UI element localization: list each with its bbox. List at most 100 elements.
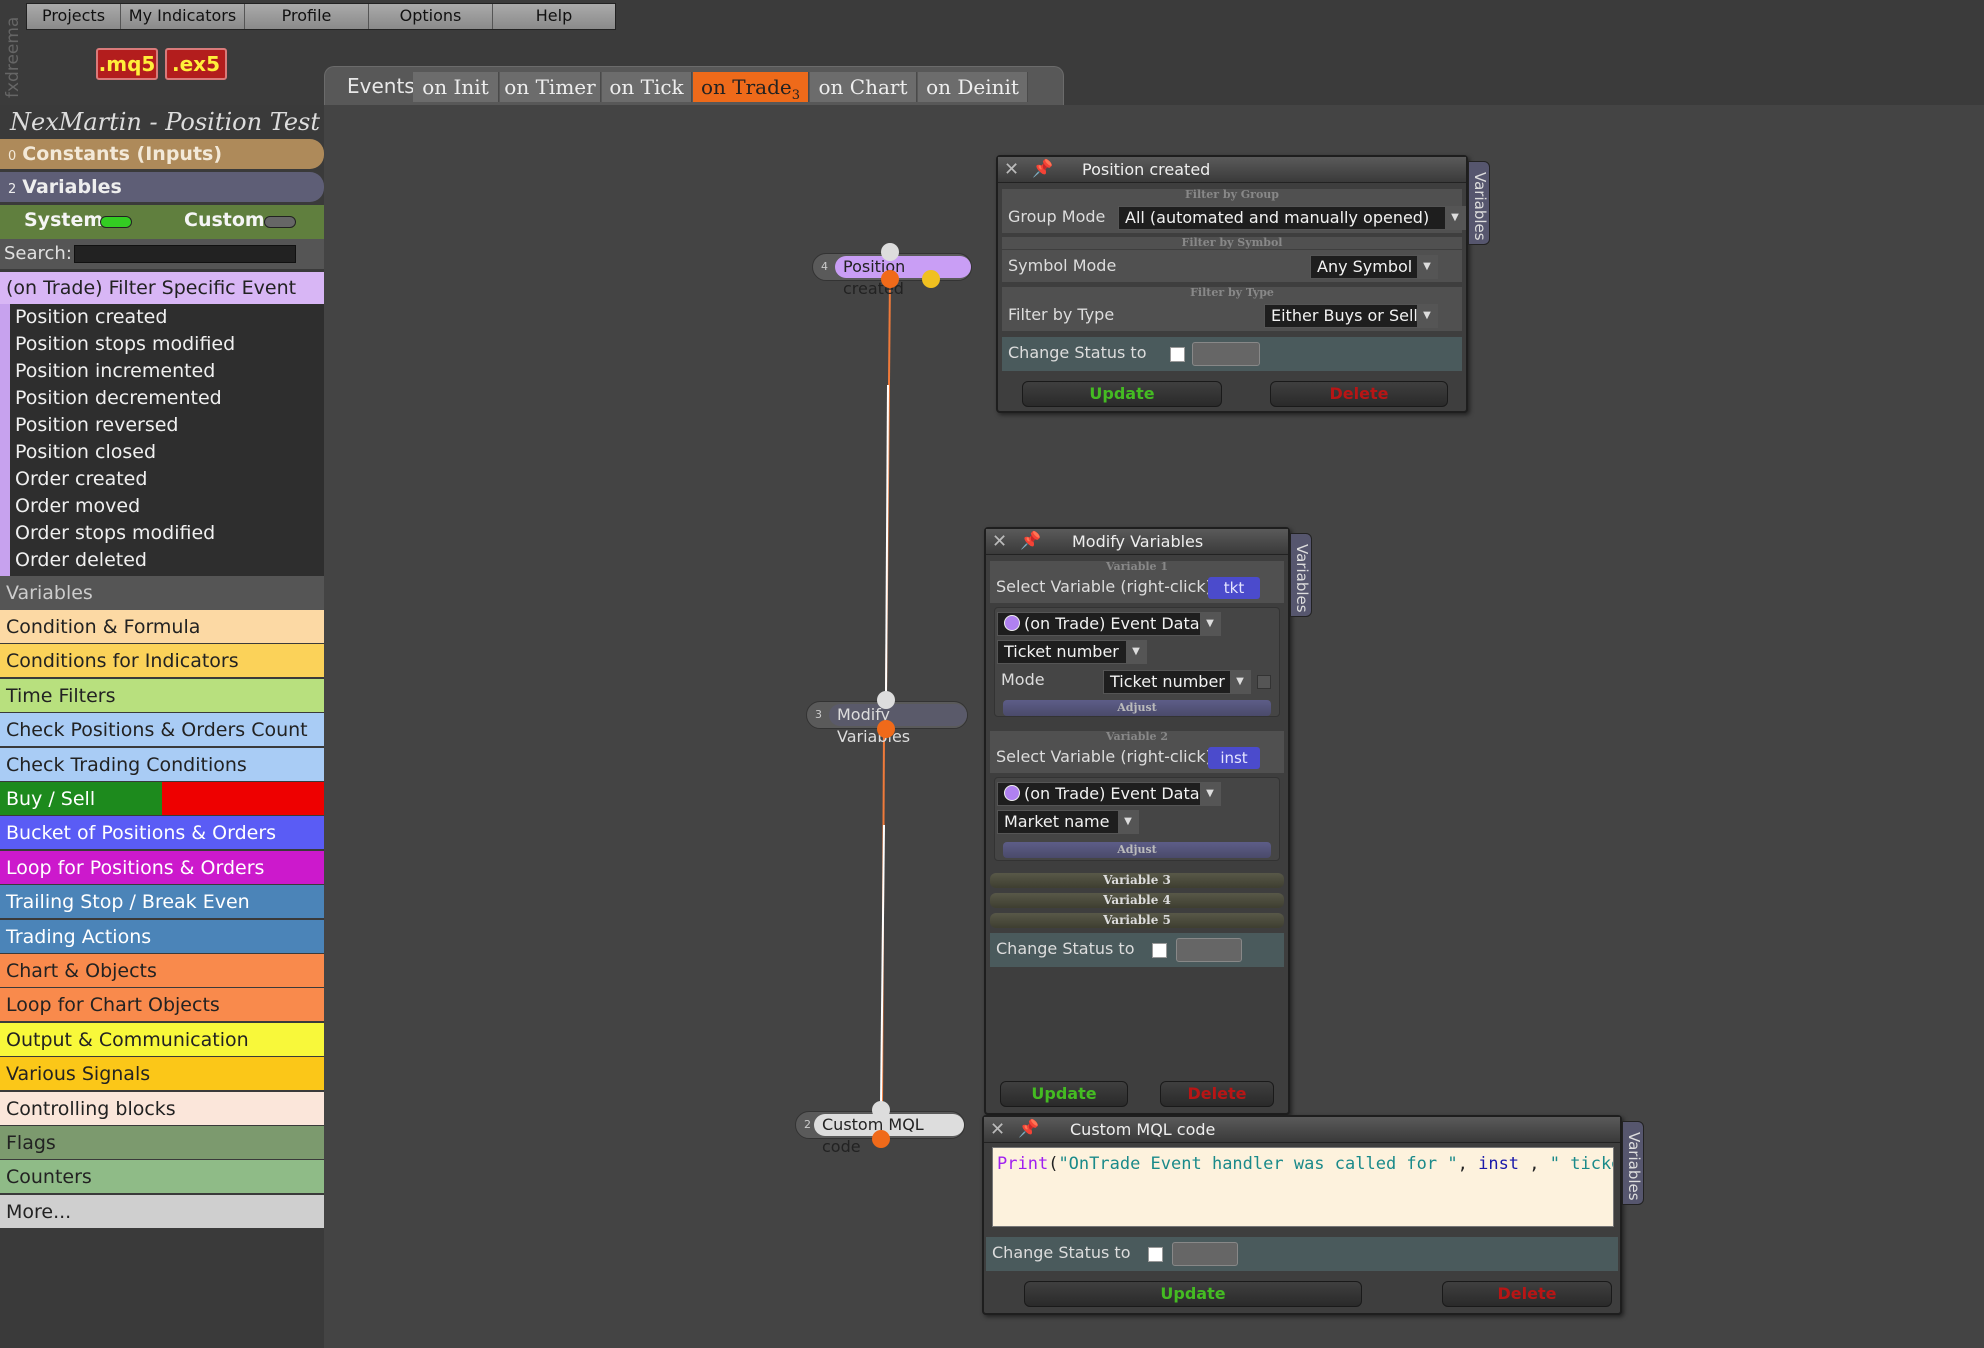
block-category-item[interactable]: Flags (0, 1126, 324, 1160)
variable-5-bar[interactable]: Variable 5 (990, 913, 1284, 928)
constants-inputs-bar[interactable]: 0 Constants (Inputs) (0, 139, 324, 169)
output-connector[interactable] (881, 270, 899, 288)
menu-help[interactable]: Help (493, 4, 615, 29)
list-item[interactable]: Position incremented (10, 358, 324, 385)
list-item[interactable]: Order moved (10, 493, 324, 520)
tab-on-deinit[interactable]: on Deinit (918, 72, 1028, 102)
list-item[interactable]: Position closed (10, 439, 324, 466)
block-category-item[interactable]: Trailing Stop / Break Even (0, 885, 324, 920)
filter-type-select[interactable]: Either Buys or Sells ▼ (1264, 304, 1438, 328)
mq5-download-button[interactable]: .mq5 (96, 48, 158, 80)
block-category-item[interactable]: Check Trading Conditions (0, 747, 324, 782)
input-connector[interactable] (877, 691, 895, 709)
list-item[interactable]: Position decremented (10, 385, 324, 412)
delete-button[interactable]: Delete (1160, 1081, 1274, 1107)
status-input[interactable] (1192, 342, 1260, 366)
list-item[interactable]: Position created (10, 304, 324, 331)
block-category-item[interactable]: Time Filters (0, 678, 324, 713)
filter-category-header[interactable]: (on Trade) Filter Specific Event (0, 272, 324, 304)
output-connector[interactable] (877, 720, 895, 738)
menu-options[interactable]: Options (369, 4, 493, 29)
group-mode-select[interactable]: All (automated and manually opened) ▼ (1118, 206, 1466, 230)
block-category-item[interactable]: Check Positions & Orders Count (0, 713, 324, 748)
block-category-item[interactable]: More... (0, 1194, 324, 1229)
var2-source-select[interactable]: (on Trade) Event Data ▼ (997, 782, 1221, 806)
menu-my-indicators[interactable]: My Indicators (121, 4, 245, 29)
var2-name-pill[interactable]: inst (1208, 747, 1260, 769)
var2-field-select[interactable]: Market name ▼ (997, 810, 1139, 834)
variable-4-bar[interactable]: Variable 4 (990, 893, 1284, 908)
close-icon[interactable]: ✕ (1004, 159, 1019, 180)
block-category-item[interactable]: Chart & Objects (0, 954, 324, 988)
block-category-item[interactable]: Buy / Sell (0, 782, 324, 816)
block-category-item[interactable]: Various Signals (0, 1057, 324, 1092)
workspace-canvas[interactable]: 4 Position created 3 Modify Variables 2 … (324, 105, 1984, 1348)
change-status-checkbox[interactable] (1170, 347, 1185, 362)
output-connector-alt[interactable] (922, 270, 940, 288)
symbol-mode-select[interactable]: Any Symbol ▼ (1310, 255, 1438, 279)
tab-on-tick[interactable]: on Tick (602, 72, 692, 102)
variables-side-tab[interactable]: Variables (1290, 533, 1312, 617)
block-category-item[interactable]: Output & Communication (0, 1022, 324, 1057)
ex5-download-button[interactable]: .ex5 (165, 48, 227, 80)
variable-3-bar[interactable]: Variable 3 (990, 873, 1284, 888)
variables-bar[interactable]: 2 Variables (0, 172, 324, 202)
block-category-item[interactable]: Counters (0, 1160, 324, 1195)
update-button[interactable]: Update (1000, 1081, 1128, 1107)
menu-profile[interactable]: Profile (245, 4, 369, 29)
change-status-row: Change Status to (986, 1237, 1618, 1271)
variables-side-tab[interactable]: Variables (1622, 1121, 1644, 1205)
variables-category[interactable]: Variables (0, 576, 324, 610)
system-toggle[interactable] (100, 216, 132, 228)
var1-field-select[interactable]: Ticket number ▼ (997, 640, 1147, 664)
change-status-checkbox[interactable] (1152, 943, 1167, 958)
tab-on-chart[interactable]: on Chart (810, 72, 917, 102)
status-input[interactable] (1176, 938, 1242, 962)
list-item[interactable]: Order stops modified (10, 520, 324, 547)
pin-icon[interactable]: 📌 (1032, 159, 1053, 179)
pin-icon[interactable]: 📌 (1018, 1119, 1039, 1139)
list-item[interactable]: Position reversed (10, 412, 324, 439)
mode-checkbox[interactable] (1257, 675, 1271, 689)
field-label: Select Variable (right-click) (996, 577, 1212, 596)
adjust-button[interactable]: Adjust (1003, 842, 1271, 858)
output-connector[interactable] (872, 1130, 890, 1148)
mql-code-editor[interactable]: Print("OnTrade Event handler was called … (992, 1147, 1614, 1227)
block-category-item[interactable]: Conditions for Indicators (0, 644, 324, 679)
block-category-item[interactable]: Trading Actions (0, 919, 324, 954)
tab-on-timer[interactable]: on Timer (500, 72, 601, 102)
tab-on-init[interactable]: on Init (413, 72, 499, 102)
block-category-item[interactable]: Condition & Formula (0, 610, 324, 644)
block-category-item[interactable]: Bucket of Positions & Orders (0, 816, 324, 851)
project-title: NexMartin - Position Test (10, 108, 321, 136)
var2-source-box: (on Trade) Event Data ▼ Market name ▼ Adju… (994, 777, 1280, 861)
custom-toggle[interactable] (264, 216, 296, 228)
block-category-item[interactable]: Loop for Positions & Orders (0, 850, 324, 885)
delete-button[interactable]: Delete (1442, 1281, 1612, 1307)
block-category-item[interactable]: Loop for Chart Objects (0, 988, 324, 1023)
var1-source-select[interactable]: (on Trade) Event Data ▼ (997, 612, 1221, 636)
var1-name-pill[interactable]: tkt (1208, 577, 1260, 599)
update-button[interactable]: Update (1024, 1281, 1362, 1307)
var1-mode-select[interactable]: Ticket number ▼ (1103, 670, 1251, 694)
input-connector[interactable] (881, 243, 899, 261)
change-status-checkbox[interactable] (1148, 1247, 1163, 1262)
search-input[interactable] (74, 245, 296, 263)
code-variable: inst (1478, 1154, 1520, 1174)
menu-projects[interactable]: Projects (27, 4, 121, 29)
list-item[interactable]: Order created (10, 466, 324, 493)
list-item[interactable]: Position stops modified (10, 331, 324, 358)
pin-icon[interactable]: 📌 (1020, 531, 1041, 551)
status-input[interactable] (1172, 1242, 1238, 1266)
input-connector[interactable] (872, 1101, 890, 1119)
update-button[interactable]: Update (1022, 381, 1222, 407)
close-icon[interactable]: ✕ (990, 1119, 1005, 1140)
block-category-label: Various Signals (6, 1063, 151, 1086)
list-item[interactable]: Order deleted (10, 547, 324, 574)
tab-on-trade[interactable]: on Trade3 (693, 72, 809, 103)
delete-button[interactable]: Delete (1270, 381, 1448, 407)
block-category-item[interactable]: Controlling blocks (0, 1091, 324, 1126)
variables-side-tab[interactable]: Variables (1468, 161, 1490, 245)
adjust-button[interactable]: Adjust (1003, 700, 1271, 716)
close-icon[interactable]: ✕ (992, 531, 1007, 552)
